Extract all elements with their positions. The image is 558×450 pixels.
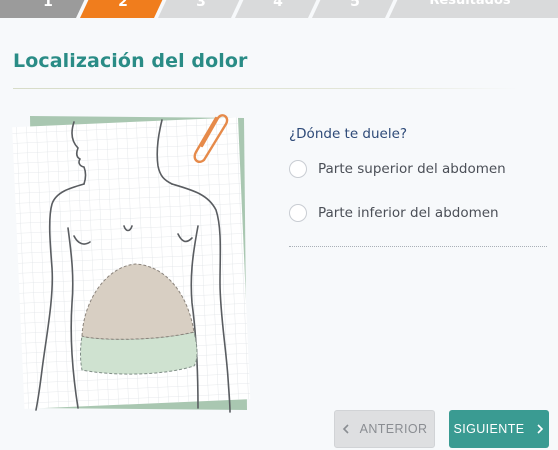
radio-upper-abdomen[interactable] bbox=[289, 160, 307, 178]
chevron-right-icon bbox=[536, 422, 544, 437]
next-button[interactable]: SIGUIENTE bbox=[449, 410, 549, 448]
page-title: Localización del dolor bbox=[13, 50, 248, 72]
previous-button-label: ANTERIOR bbox=[359, 422, 428, 436]
options-divider bbox=[289, 246, 547, 247]
title-divider bbox=[13, 88, 518, 89]
question-label: ¿Dónde te duele? bbox=[289, 126, 408, 142]
step-4-number: 4 bbox=[273, 0, 283, 10]
radio-lower-abdomen[interactable] bbox=[289, 204, 307, 222]
step-1-number: 1 bbox=[43, 0, 53, 10]
step-5-number: 5 bbox=[350, 0, 360, 10]
option-upper-abdomen-label: Parte superior del abdomen bbox=[318, 161, 506, 177]
step-3-number: 3 bbox=[196, 0, 206, 10]
abdomen-illustration bbox=[12, 108, 257, 413]
option-lower-abdomen[interactable]: Parte inferior del abdomen bbox=[289, 204, 499, 222]
next-button-label: SIGUIENTE bbox=[453, 422, 525, 436]
chevron-left-icon bbox=[342, 422, 350, 437]
step-2-number: 2 bbox=[118, 0, 128, 10]
step-results-label: Resultados bbox=[429, 0, 511, 8]
option-lower-abdomen-label: Parte inferior del abdomen bbox=[318, 205, 499, 221]
option-upper-abdomen[interactable]: Parte superior del abdomen bbox=[289, 160, 506, 178]
previous-button[interactable]: ANTERIOR bbox=[334, 410, 435, 448]
